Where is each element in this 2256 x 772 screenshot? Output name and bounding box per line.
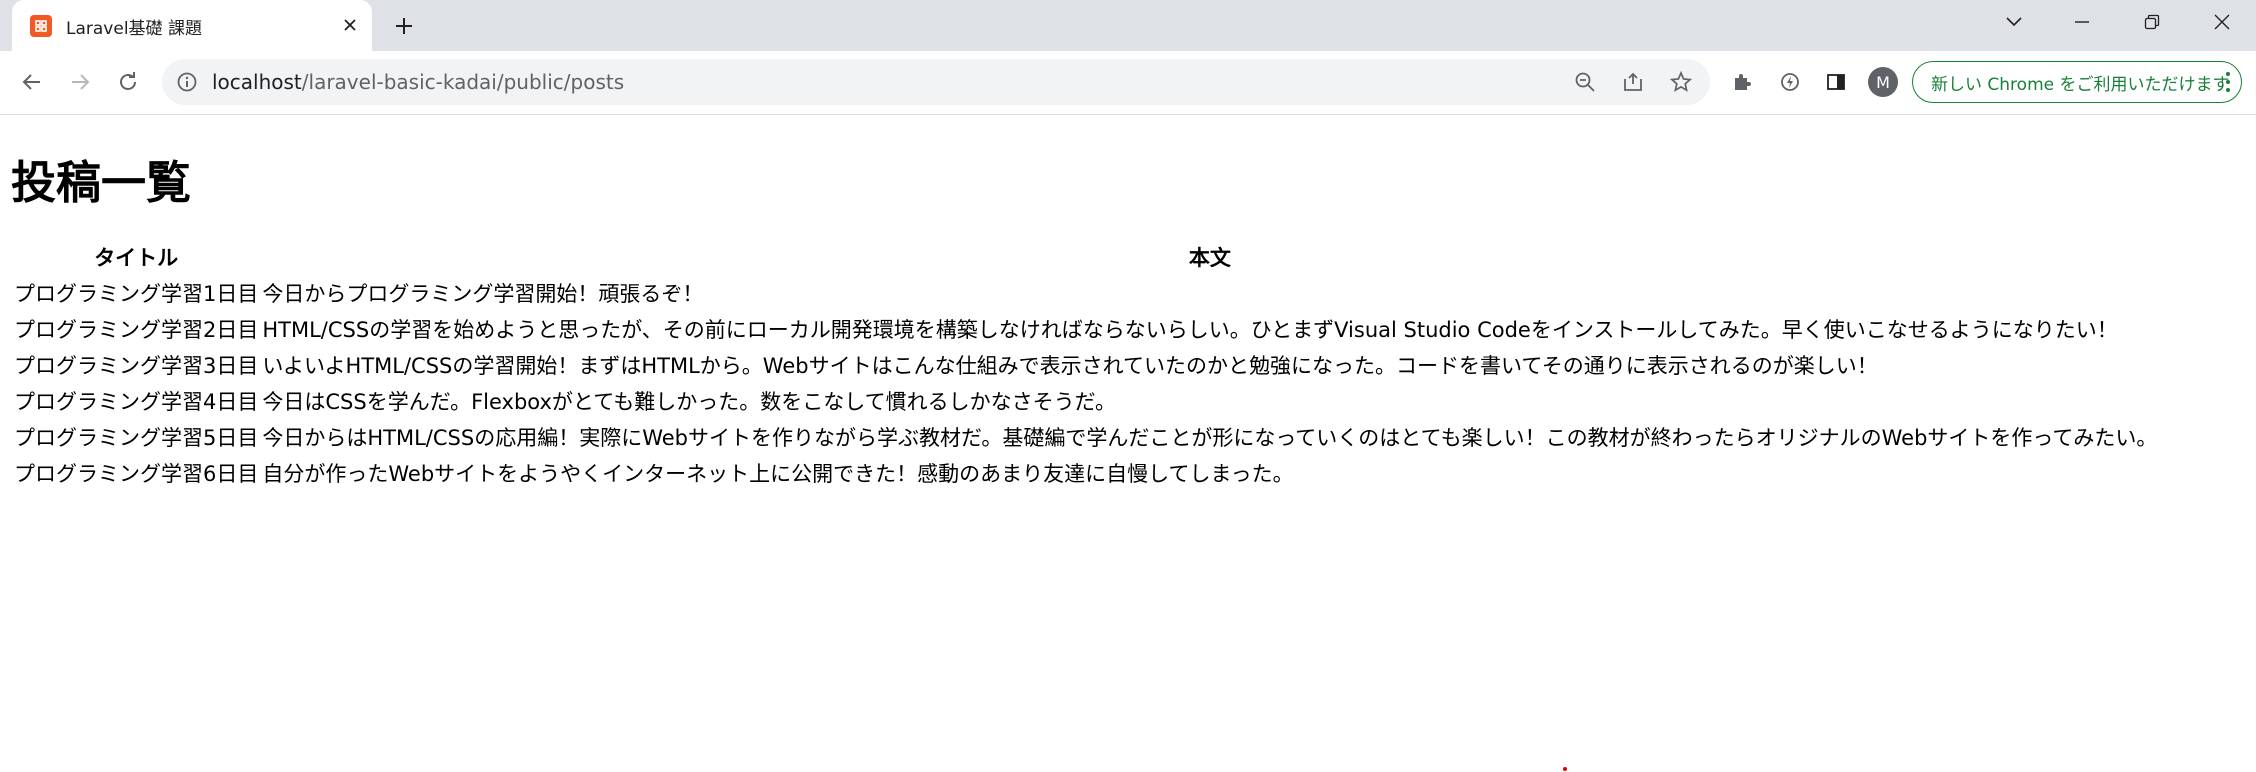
url-text[interactable]: localhost/laravel-basic-kadai/public/pos… — [212, 70, 624, 94]
table-row: プログラミング学習2日目 HTML/CSSの学習を始めようと思ったが、その前にロ… — [13, 312, 2158, 346]
new-tab-icon[interactable] — [390, 12, 418, 40]
post-body: HTML/CSSの学習を始めようと思ったが、その前にローカル開発環境を構築しなけ… — [262, 318, 2118, 342]
post-title: プログラミング学習4日目 — [14, 390, 259, 414]
chrome-update-button[interactable]: 新しい Chrome をご利用いただけます — [1912, 61, 2242, 103]
posts-table: タイトル 本文 プログラミング学習1日目 今日からプログラミング学習開始！頑張る… — [11, 238, 2160, 492]
side-panel-icon[interactable] — [1820, 66, 1852, 98]
table-row: プログラミング学習1日目 今日からプログラミング学習開始！頑張るぞ！ — [13, 276, 2158, 310]
share-icon[interactable] — [1620, 69, 1646, 95]
post-title: プログラミング学習5日目 — [14, 426, 259, 450]
post-title: プログラミング学習1日目 — [14, 282, 259, 306]
back-icon[interactable] — [16, 66, 48, 98]
post-body: 自分が作ったWebサイトをようやくインターネット上に公開できた！感動のあまり友達… — [262, 462, 1294, 486]
forward-icon[interactable] — [64, 66, 96, 98]
extensions-icon[interactable] — [1726, 66, 1758, 98]
column-header-body: 本文 — [1188, 246, 1231, 270]
page-title: 投稿一覧 — [11, 156, 192, 209]
close-window-icon[interactable] — [2202, 6, 2242, 38]
post-body: 今日からプログラミング学習開始！頑張るぞ！ — [262, 282, 704, 306]
tab-title: Laravel基礎 課題 — [66, 19, 202, 39]
tab-strip: Laravel基礎 課題 — [0, 0, 2256, 51]
column-header-title: タイトル — [94, 246, 179, 270]
tab-search-icon[interactable] — [1994, 6, 2034, 38]
post-title: プログラミング学習6日目 — [14, 462, 259, 486]
laravel-favicon-icon — [30, 15, 52, 37]
post-title: プログラミング学習2日目 — [14, 318, 259, 342]
table-row: プログラミング学習6日目 自分が作ったWebサイトをようやくインターネット上に公… — [13, 456, 2158, 490]
address-bar[interactable]: localhost/laravel-basic-kadai/public/pos… — [162, 59, 1710, 105]
cursor-dot — [1563, 767, 1567, 771]
post-body: 今日からはHTML/CSSの応用編！実際にWebサイトを作りながら学ぶ教材だ。基… — [262, 426, 2158, 450]
url-host: localhost — [212, 70, 302, 94]
post-body: いよいよHTML/CSSの学習開始！まずはHTMLから。Webサイトはこんな仕組… — [262, 354, 1878, 378]
post-title: プログラミング学習3日目 — [14, 354, 259, 378]
url-path: /laravel-basic-kadai/public/posts — [301, 70, 625, 94]
page-content: 投稿一覧 タイトル 本文 プログラミング学習1日目 今日からプログラミング学習開… — [0, 116, 2256, 772]
table-row: プログラミング学習3日目 いよいよHTML/CSSの学習開始！まずはHTMLから… — [13, 348, 2158, 382]
performance-icon[interactable] — [1774, 66, 1806, 98]
post-body: 今日はCSSを学んだ。Flexboxがとても難しかった。数をこなして慣れるしかな… — [262, 390, 1116, 414]
reload-icon[interactable] — [112, 66, 144, 98]
table-row: プログラミング学習4日目 今日はCSSを学んだ。Flexboxがとても難しかった… — [13, 384, 2158, 418]
zoom-out-icon[interactable] — [1572, 69, 1598, 95]
update-button-label: 新しい Chrome をご利用いただけます — [1931, 74, 2230, 95]
restore-icon[interactable] — [2132, 6, 2172, 38]
tab-close-icon[interactable] — [338, 13, 362, 37]
more-menu-icon[interactable] — [2225, 72, 2231, 92]
info-icon[interactable] — [176, 71, 198, 93]
star-icon[interactable] — [1668, 69, 1694, 95]
table-row: プログラミング学習5日目 今日からはHTML/CSSの応用編！実際にWebサイト… — [13, 420, 2158, 454]
browser-tab[interactable]: Laravel基礎 課題 — [12, 0, 372, 51]
minimize-icon[interactable] — [2062, 6, 2102, 38]
table-header-row: タイトル 本文 — [13, 240, 2158, 274]
profile-avatar[interactable]: M — [1868, 67, 1898, 97]
